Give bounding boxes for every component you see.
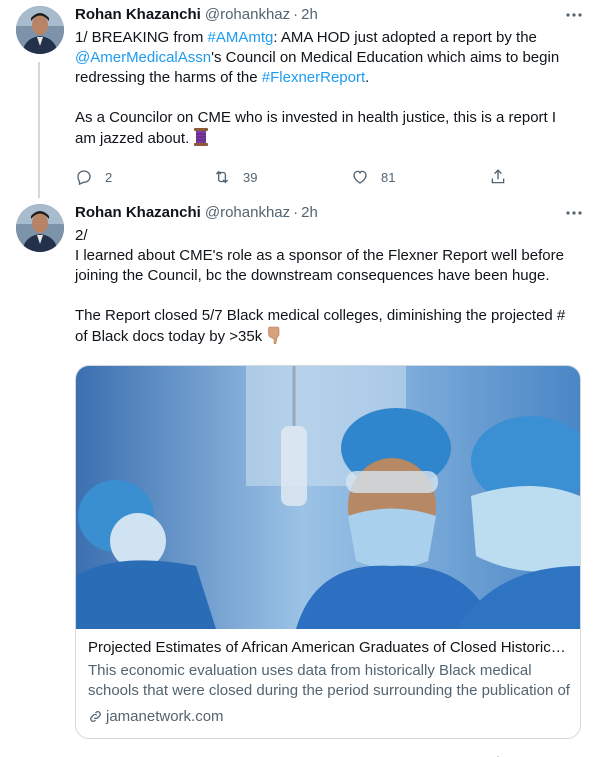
more-icon[interactable] [563, 204, 585, 222]
retweet-button[interactable]: 39 [213, 168, 351, 186]
tweet[interactable]: Rohan Khazanchi @rohankhaz · 2h 1/ BREAK… [0, 0, 599, 196]
timestamp[interactable]: 2h [301, 204, 318, 221]
tweet-text: 2/ I learned about CME's role as a spons… [75, 226, 581, 350]
retweet-count: 39 [243, 169, 258, 185]
text-segment: . [365, 69, 370, 86]
separator-dot: · [293, 6, 299, 23]
mention-link[interactable]: @AmerMedicalAssn [75, 49, 211, 66]
thread-line [38, 186, 40, 198]
share-icon [491, 169, 505, 184]
spool-of-thread-icon [193, 128, 209, 152]
like-count: 81 [381, 169, 396, 185]
card-title[interactable]: Projected Estimates of African American … [88, 638, 570, 658]
card-description: This economic evaluation uses data from … [88, 662, 570, 699]
hashtag-link[interactable]: #AMAmtg [208, 29, 274, 46]
like-button[interactable]: 81 [351, 168, 489, 186]
tweet-text: 1/ BREAKING from #AMAmtg: AMA HOD just a… [75, 28, 581, 152]
link-card[interactable]: Projected Estimates of African American … [75, 365, 581, 739]
timestamp[interactable]: 2h [301, 6, 318, 23]
reply-count: 2 [105, 169, 113, 185]
author-name[interactable]: Rohan Khazanchi [75, 6, 201, 23]
text-segment: 1/ BREAKING from [75, 29, 208, 46]
text-segment: As a Councilor on CME who is invested in… [75, 109, 561, 147]
reply-button[interactable]: 2 [75, 168, 213, 186]
like-icon [353, 170, 367, 184]
author-handle[interactable]: @rohankhaz [205, 204, 290, 221]
hashtag-link[interactable]: #FlexnerReport [262, 69, 365, 86]
reply-icon [77, 170, 91, 186]
author-name[interactable]: Rohan Khazanchi [75, 204, 201, 221]
more-icon[interactable] [563, 6, 585, 24]
card-domain[interactable]: jamanetwork.com [88, 708, 224, 725]
retweet-icon [215, 170, 229, 184]
separator-dot: · [293, 204, 299, 221]
avatar[interactable] [16, 6, 64, 54]
link-icon [90, 711, 101, 722]
author-handle[interactable]: @rohankhaz [205, 6, 290, 23]
card-domain-text: jamanetwork.com [106, 708, 224, 725]
backhand-index-pointing-down-icon [266, 326, 282, 350]
tweet[interactable]: Rohan Khazanchi @rohankhaz · 2h 2/ I lea… [0, 186, 599, 757]
text-segment: 2/ I learned about CME's role as a spons… [75, 227, 566, 345]
card-image[interactable] [76, 366, 580, 629]
share-button[interactable] [489, 168, 599, 186]
thread-line [38, 62, 40, 196]
text-segment: : AMA HOD just adopted a report by the [273, 29, 542, 46]
avatar[interactable] [16, 204, 64, 252]
